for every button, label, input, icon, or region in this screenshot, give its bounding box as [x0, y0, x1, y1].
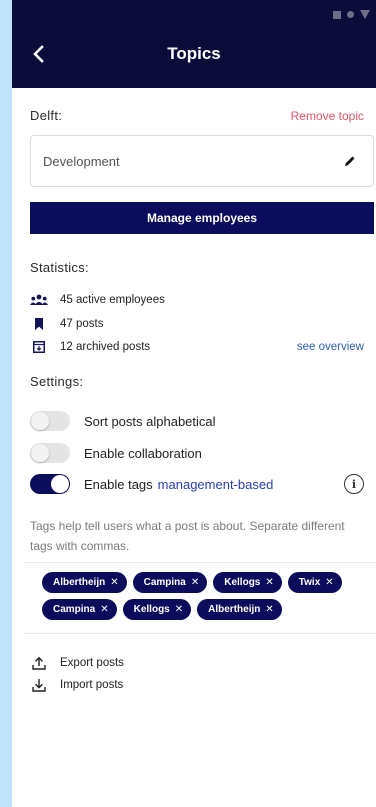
setting-label: Enable tags	[84, 476, 153, 492]
tags-row: Campina ✕ Kellogs ✕ Albertheijn ✕	[42, 599, 376, 620]
pencil-icon	[345, 156, 355, 166]
stat-text: 45 active employees	[60, 294, 165, 306]
see-overview-link[interactable]: see overview	[297, 341, 364, 353]
tag-chip: Twix ✕	[287, 572, 342, 593]
tag-chip: Albertheijn ✕	[197, 599, 282, 620]
action-label: Export posts	[60, 657, 124, 669]
stat-archived-posts: 12 archived posts see overview	[30, 340, 364, 354]
edit-topic-button[interactable]	[339, 150, 361, 172]
toggle-knob	[31, 412, 49, 430]
tag-chip: Kellogs ✕	[122, 599, 192, 620]
tags-input[interactable]: Albertheijn ✕ Campina ✕ Kellogs ✕ Twix ✕ Cam…	[24, 562, 376, 634]
action-label: Import posts	[60, 679, 124, 691]
tags-row: Albertheijn ✕ Campina ✕ Kellogs ✕ Twix ✕	[42, 572, 376, 593]
phone-screen: Topics Delft: Remove topic Development M…	[12, 0, 376, 807]
topic-label: Delft:	[30, 108, 63, 123]
people-icon	[30, 293, 48, 307]
tag-label: Albertheijn	[208, 604, 261, 615]
sort-alphabetical-toggle[interactable]	[30, 411, 70, 431]
close-icon[interactable]: ✕	[191, 577, 199, 588]
tag-label: Kellogs	[224, 577, 261, 588]
export-posts-button[interactable]: Export posts	[30, 655, 124, 671]
remove-topic-link[interactable]: Remove topic	[291, 109, 364, 123]
tag-label: Albertheijn	[53, 577, 106, 588]
bookmark-icon	[30, 317, 48, 331]
stat-active-employees: 45 active employees	[30, 293, 364, 307]
setting-label: Enable collaboration	[84, 445, 202, 461]
square-icon	[333, 10, 341, 19]
topic-name-value: Development	[43, 153, 120, 169]
setting-sort-alphabetical: Sort posts alphabetical	[30, 411, 364, 431]
download-icon	[30, 677, 48, 693]
setting-enable-collaboration: Enable collaboration	[30, 443, 364, 463]
topic-name-field[interactable]: Development	[30, 135, 374, 187]
manage-employees-button[interactable]: Manage employees	[30, 202, 374, 234]
close-icon[interactable]: ✕	[175, 604, 183, 615]
management-based-label: management-based	[157, 476, 274, 492]
archive-icon	[30, 340, 48, 354]
stat-posts: 47 posts	[30, 317, 364, 331]
statistics-label: Statistics:	[30, 260, 89, 275]
settings-label: Settings:	[30, 374, 84, 389]
toggle-knob	[51, 475, 69, 493]
import-posts-button[interactable]: Import posts	[30, 677, 123, 693]
upload-icon	[30, 655, 48, 671]
status-bar	[333, 10, 370, 19]
stat-text: 47 posts	[60, 318, 104, 330]
app-bar: Topics	[12, 0, 376, 88]
close-icon[interactable]: ✕	[265, 577, 273, 588]
circle-icon	[347, 11, 354, 18]
triangle-icon	[360, 10, 370, 19]
close-icon[interactable]: ✕	[100, 604, 108, 615]
setting-label: Sort posts alphabetical	[84, 413, 216, 429]
tag-chip: Campina ✕	[42, 599, 117, 620]
setting-enable-tags: Enable tags management-based i	[30, 474, 364, 494]
close-icon[interactable]: ✕	[110, 577, 118, 588]
topic-header: Delft: Remove topic	[30, 108, 364, 123]
collaboration-toggle[interactable]	[30, 443, 70, 463]
tags-help-text: Tags help tell users what a post is abou…	[30, 519, 345, 553]
tag-label: Campina	[53, 604, 96, 615]
tag-label: Twix	[298, 577, 321, 588]
close-icon[interactable]: ✕	[325, 577, 333, 588]
stat-text: 12 archived posts	[60, 341, 151, 353]
info-icon[interactable]: i	[344, 474, 364, 494]
tag-chip: Albertheijn ✕	[42, 572, 127, 593]
tag-chip: Campina ✕	[132, 572, 208, 593]
enable-tags-toggle[interactable]	[30, 474, 70, 494]
close-icon[interactable]: ✕	[265, 604, 273, 615]
tag-chip: Kellogs ✕	[213, 572, 282, 593]
page-title: Topics	[167, 44, 221, 63]
tag-label: Campina	[143, 577, 186, 588]
toggle-knob	[31, 444, 49, 462]
tag-label: Kellogs	[133, 604, 170, 615]
